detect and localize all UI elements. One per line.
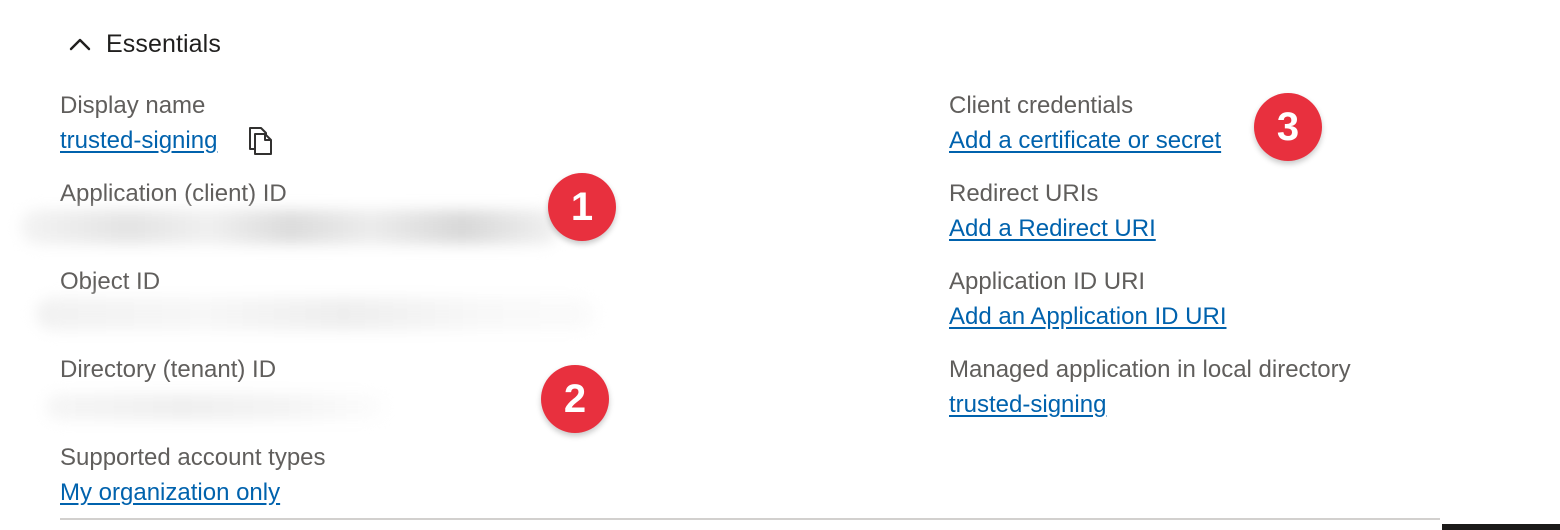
add-certificate-or-secret-link[interactable]: Add a certificate or secret	[949, 126, 1221, 156]
object-id-label: Object ID	[60, 268, 161, 295]
display-name-label: Display name	[60, 92, 206, 119]
managed-application-label: Managed application in local directory	[949, 356, 1351, 383]
essentials-toggle[interactable]: Essentials	[66, 26, 221, 62]
object-id-value-redacted	[36, 298, 596, 330]
annotation-badge-3: 3	[1254, 93, 1322, 161]
application-id-uri-label: Application ID URI	[949, 268, 1146, 295]
supported-account-types-link[interactable]: My organization only	[60, 478, 280, 508]
window-edge	[1442, 524, 1560, 530]
essentials-title: Essentials	[106, 29, 221, 58]
client-credentials-label: Client credentials	[949, 92, 1134, 119]
section-divider	[60, 518, 1440, 520]
chevron-up-icon	[69, 38, 91, 51]
application-id-label: Application (client) ID	[60, 180, 287, 207]
annotation-badge-1: 1	[548, 173, 616, 241]
display-name-link[interactable]: trusted-signing	[60, 126, 217, 156]
add-redirect-uri-link[interactable]: Add a Redirect URI	[949, 214, 1156, 244]
application-id-value-redacted	[20, 210, 560, 244]
redirect-uris-label: Redirect URIs	[949, 180, 1099, 207]
copy-icon[interactable]	[246, 126, 274, 156]
managed-application-link[interactable]: trusted-signing	[949, 390, 1106, 420]
add-application-id-uri-link[interactable]: Add an Application ID URI	[949, 302, 1227, 332]
directory-id-value-redacted	[46, 394, 386, 420]
annotation-badge-2: 2	[541, 365, 609, 433]
directory-id-label: Directory (tenant) ID	[60, 356, 277, 383]
supported-account-types-label: Supported account types	[60, 444, 326, 471]
